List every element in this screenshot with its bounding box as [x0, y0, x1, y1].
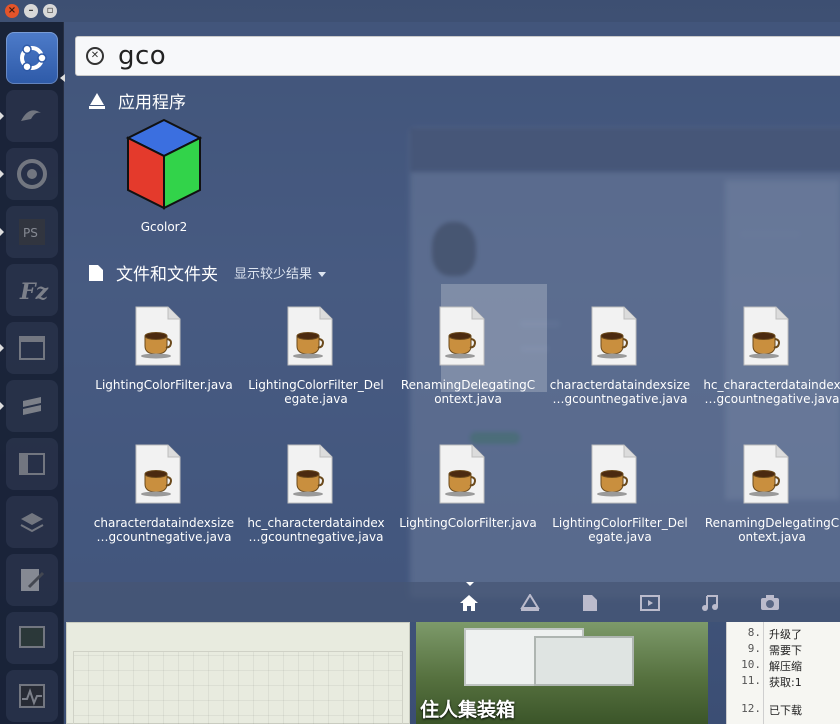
app-label: Gcolor2	[140, 220, 188, 234]
java-file-icon	[438, 306, 486, 370]
launcher-active-pip	[60, 74, 65, 82]
launcher-window-icon[interactable]	[6, 322, 58, 374]
launcher-sublime-icon[interactable]	[6, 380, 58, 432]
file-name: characterdataindexsize …gcountnegative.j…	[93, 516, 235, 544]
launcher-running-pip	[0, 344, 4, 352]
background-photo: 住人集装箱	[416, 622, 708, 724]
launcher-monitor-icon[interactable]	[6, 612, 58, 664]
file-result-item[interactable]: LightingColorFilter_Del egate.java	[544, 424, 696, 554]
photo-lens-icon[interactable]	[760, 593, 780, 613]
photo-caption: 住人集装箱	[420, 699, 516, 721]
close-window-button[interactable]: ×	[5, 4, 19, 18]
launcher-editor-icon[interactable]	[6, 554, 58, 606]
java-file-icon	[286, 444, 334, 508]
maximize-window-button[interactable]: ▫	[43, 4, 57, 18]
clear-search-icon[interactable]: ✕	[86, 47, 104, 65]
music-lens-icon[interactable]	[700, 593, 720, 613]
launcher-stack-icon[interactable]	[6, 496, 58, 548]
dropdown-arrow-icon	[318, 272, 327, 277]
java-file-icon	[590, 306, 638, 370]
file-name: LightingColorFilter.java	[399, 516, 537, 530]
launcher-system-monitor-icon[interactable]	[6, 670, 58, 722]
lens-bar	[64, 582, 840, 622]
file-result-item[interactable]: characterdataindexsize …gcountnegative.j…	[88, 424, 240, 554]
file-name: RenamingDelegatingC ontext.java	[400, 378, 536, 406]
ubuntu-logo-icon	[20, 44, 47, 72]
video-lens-icon[interactable]	[640, 593, 660, 613]
dash-overlay: ✕ gco 应用程序 Gcolor2 文件和文件夹 显示较少结果 Lightin…	[64, 22, 840, 622]
launcher-running-pip	[0, 402, 4, 410]
applications-category-label: 应用程序	[118, 93, 186, 113]
code-line-text: 升级了	[769, 628, 802, 641]
file-name: hc_characterdataindex …gcountnegative.ja…	[703, 378, 840, 406]
files-lens-icon[interactable]	[580, 593, 600, 613]
code-line-number: 10.	[741, 658, 761, 671]
background-content: 住人集装箱 8. 升级了 9. 需要下 10. 解压缩 11. 获取:1 12. 已下载	[64, 622, 840, 724]
files-category-label: 文件和文件夹	[116, 265, 218, 285]
file-name: characterdataindexsize …gcountnegative.j…	[549, 378, 691, 406]
code-line-number: 11.	[741, 674, 761, 687]
files-category-icon	[89, 264, 103, 281]
launcher-mysql-icon[interactable]	[6, 90, 58, 142]
window-controls: × – ▫	[5, 4, 57, 18]
java-file-icon	[742, 444, 790, 508]
file-result-item[interactable]: RenamingDelegatingC ontext.java	[696, 424, 840, 554]
code-line-number: 8.	[747, 626, 761, 639]
java-file-icon	[438, 444, 486, 508]
file-result-item[interactable]: RenamingDelegatingC ontext.java	[392, 284, 547, 416]
show-fewer-results-toggle[interactable]: 显示较少结果	[234, 263, 327, 282]
app-gcolor2[interactable]: Gcolor2	[124, 116, 204, 236]
code-line-text: 解压缩	[769, 660, 802, 673]
category-applications-header: 应用程序	[88, 88, 186, 113]
applications-category-icon	[89, 92, 105, 109]
launcher-running-pip	[0, 228, 4, 236]
launcher-running-pip	[0, 170, 4, 178]
java-file-icon	[742, 306, 790, 370]
category-files-header: 文件和文件夹 显示较少结果	[88, 260, 327, 285]
home-lens-icon[interactable]	[459, 593, 479, 613]
code-line-text: 已下载	[769, 704, 802, 717]
apps-lens-icon[interactable]	[520, 593, 540, 613]
code-line-text: 需要下	[769, 644, 802, 657]
launcher-panel-icon[interactable]	[6, 438, 58, 490]
dash-home-button[interactable]	[6, 32, 58, 84]
minimize-window-button[interactable]: –	[24, 4, 38, 18]
file-name: LightingColorFilter_Del egate.java	[248, 378, 384, 406]
launcher-chrome-icon[interactable]	[6, 148, 58, 200]
svg-text:Fz: Fz	[19, 279, 49, 305]
file-result-item[interactable]: LightingColorFilter_Del egate.java	[240, 286, 392, 416]
launcher-phpstorm-icon[interactable]: PS	[6, 206, 58, 258]
active-lens-pip	[466, 582, 474, 586]
java-file-icon	[590, 444, 638, 508]
code-line-number: 12.	[741, 702, 761, 715]
file-name: LightingColorFilter.java	[95, 378, 233, 392]
background-code-panel: 8. 升级了 9. 需要下 10. 解压缩 11. 获取:1 12. 已下载	[726, 622, 840, 724]
show-fewer-results-label: 显示较少结果	[234, 267, 313, 282]
file-name: RenamingDelegatingC ontext.java	[704, 516, 840, 544]
search-bar[interactable]: ✕ gco	[75, 36, 840, 76]
java-file-icon	[134, 306, 182, 370]
file-result-item[interactable]: LightingColorFilter.java	[392, 424, 544, 554]
java-file-icon	[134, 444, 182, 508]
launcher: PS Fz	[0, 22, 65, 724]
file-name: LightingColorFilter_Del egate.java	[552, 516, 688, 544]
code-line-number: 9.	[747, 642, 761, 655]
file-result-item[interactable]: characterdataindexsize …gcountnegative.j…	[544, 286, 696, 416]
launcher-running-pip	[0, 112, 4, 120]
file-result-item[interactable]: hc_characterdataindex …gcountnegative.ja…	[240, 424, 392, 554]
launcher-filezilla-icon[interactable]: Fz	[6, 264, 58, 316]
background-document	[66, 622, 410, 724]
container-house-image	[534, 636, 634, 686]
java-file-icon	[286, 306, 334, 370]
svg-text:PS: PS	[23, 226, 38, 240]
color-cube-icon	[125, 118, 203, 210]
file-result-item[interactable]: LightingColorFilter.java	[88, 286, 240, 416]
file-result-item[interactable]: hc_characterdataindex …gcountnegative.ja…	[696, 286, 840, 416]
code-line-text: 获取:1	[769, 676, 802, 689]
search-query[interactable]: gco	[118, 41, 166, 71]
file-name: hc_characterdataindex …gcountnegative.ja…	[247, 516, 385, 544]
